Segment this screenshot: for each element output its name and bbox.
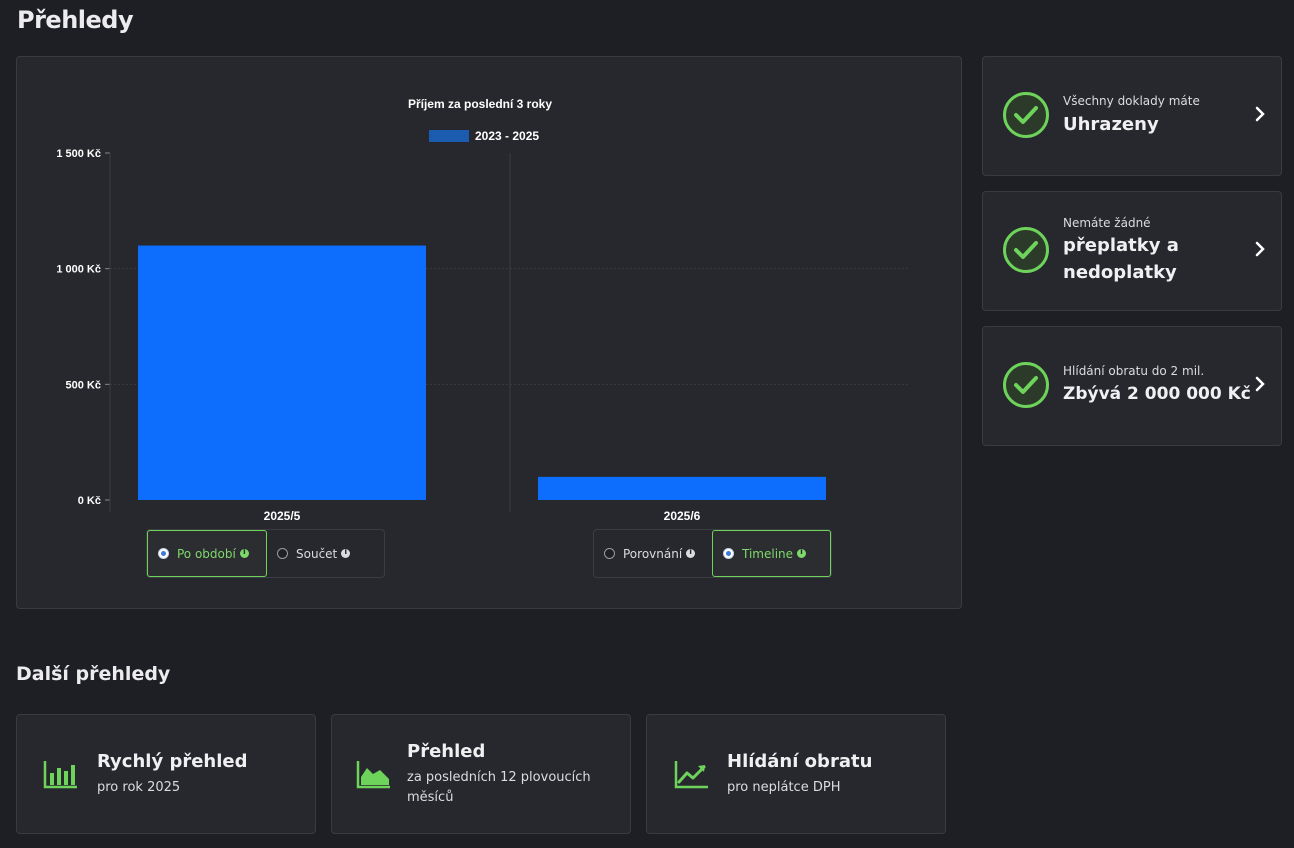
tile-sub: pro rok 2025	[97, 780, 181, 795]
radio-po-obdobi[interactable]: Po období	[147, 530, 267, 577]
y-tick-label: 1 500 Kč	[56, 148, 101, 160]
radio-label: Součet	[296, 546, 338, 561]
chevron-right-icon	[1255, 376, 1265, 392]
radio-porovnani[interactable]: Porovnání	[594, 530, 712, 577]
status-sub: Nemáte žádné	[1063, 216, 1151, 230]
check-circle-icon	[1003, 92, 1049, 138]
radio-label: Porovnání	[623, 546, 683, 561]
tile-turnover-watch[interactable]: Hlídání obratu pro neplátce DPH	[646, 714, 946, 834]
tile-rolling-overview[interactable]: Přehled za posledních 12 plovoucích měsí…	[331, 714, 631, 834]
chevron-right-icon	[1255, 106, 1265, 122]
status-card-turnover[interactable]: Hlídání obratu do 2 mil. Zbývá 2 000 000…	[982, 326, 1282, 446]
tile-quick-overview[interactable]: Rychlý přehled pro rok 2025	[16, 714, 316, 834]
section-title-more: Další přehledy	[16, 663, 171, 685]
radio-dot-icon	[723, 548, 734, 559]
chart-title: Příjem za poslední 3 roky	[407, 97, 553, 111]
y-tick-label: 1 000 Kč	[56, 264, 101, 276]
info-icon[interactable]	[341, 547, 351, 558]
bar[interactable]	[138, 245, 426, 500]
x-tick-label: 2025/6	[664, 509, 701, 523]
y-tick-label: 500 Kč	[66, 379, 101, 391]
bar-chart-icon	[43, 761, 77, 789]
radio-soucet[interactable]: Součet	[267, 530, 360, 577]
status-card-balance[interactable]: Nemáte žádné přeplatky a nedoplatky	[982, 191, 1282, 311]
status-main: Zbývá 2 000 000 Kč	[1063, 384, 1251, 404]
status-card-paid[interactable]: Všechny doklady máte Uhrazeny	[982, 56, 1282, 176]
check-circle-icon	[1003, 362, 1049, 408]
info-icon[interactable]	[239, 547, 249, 558]
chevron-right-icon	[1255, 241, 1265, 257]
trend-up-icon	[674, 761, 708, 789]
radio-dot-icon	[277, 548, 288, 559]
radio-timeline[interactable]: Timeline	[712, 530, 831, 577]
tile-title: Rychlý přehled	[97, 751, 248, 772]
radio-label: Po období	[177, 546, 236, 561]
status-sub: Všechny doklady máte	[1063, 94, 1200, 108]
radio-dot-icon	[158, 548, 169, 559]
x-tick-label: 2025/5	[264, 509, 301, 523]
view-toggle: Po období Součet	[146, 529, 385, 578]
legend-swatch	[429, 130, 469, 142]
mode-toggle: Porovnání Timeline	[593, 529, 832, 578]
chart-legend[interactable]: 2023 - 2025	[429, 129, 539, 143]
tile-sub: za posledních 12 plovoucích měsíců	[407, 770, 591, 805]
status-main: Uhrazeny	[1063, 114, 1159, 135]
income-bar-chart: 0 Kč 500 Kč 1 000 Kč 1 500 Kč 2025/5 2025/6	[56, 148, 910, 523]
bar[interactable]	[538, 476, 826, 500]
y-tick-label: 0 Kč	[78, 495, 101, 507]
radio-label: Timeline	[742, 546, 794, 561]
info-icon[interactable]	[797, 547, 807, 558]
tile-title: Přehled	[407, 741, 486, 762]
tile-sub: pro neplátce DPH	[727, 780, 841, 795]
legend-label: 2023 - 2025	[475, 129, 540, 143]
check-circle-icon	[1003, 227, 1049, 273]
area-chart-icon	[356, 761, 390, 789]
tile-title: Hlídání obratu	[727, 751, 873, 772]
radio-dot-icon	[604, 548, 615, 559]
status-main: přeplatky a nedoplatky	[1063, 235, 1179, 283]
info-icon[interactable]	[686, 547, 696, 558]
status-sub: Hlídání obratu do 2 mil.	[1063, 364, 1205, 378]
